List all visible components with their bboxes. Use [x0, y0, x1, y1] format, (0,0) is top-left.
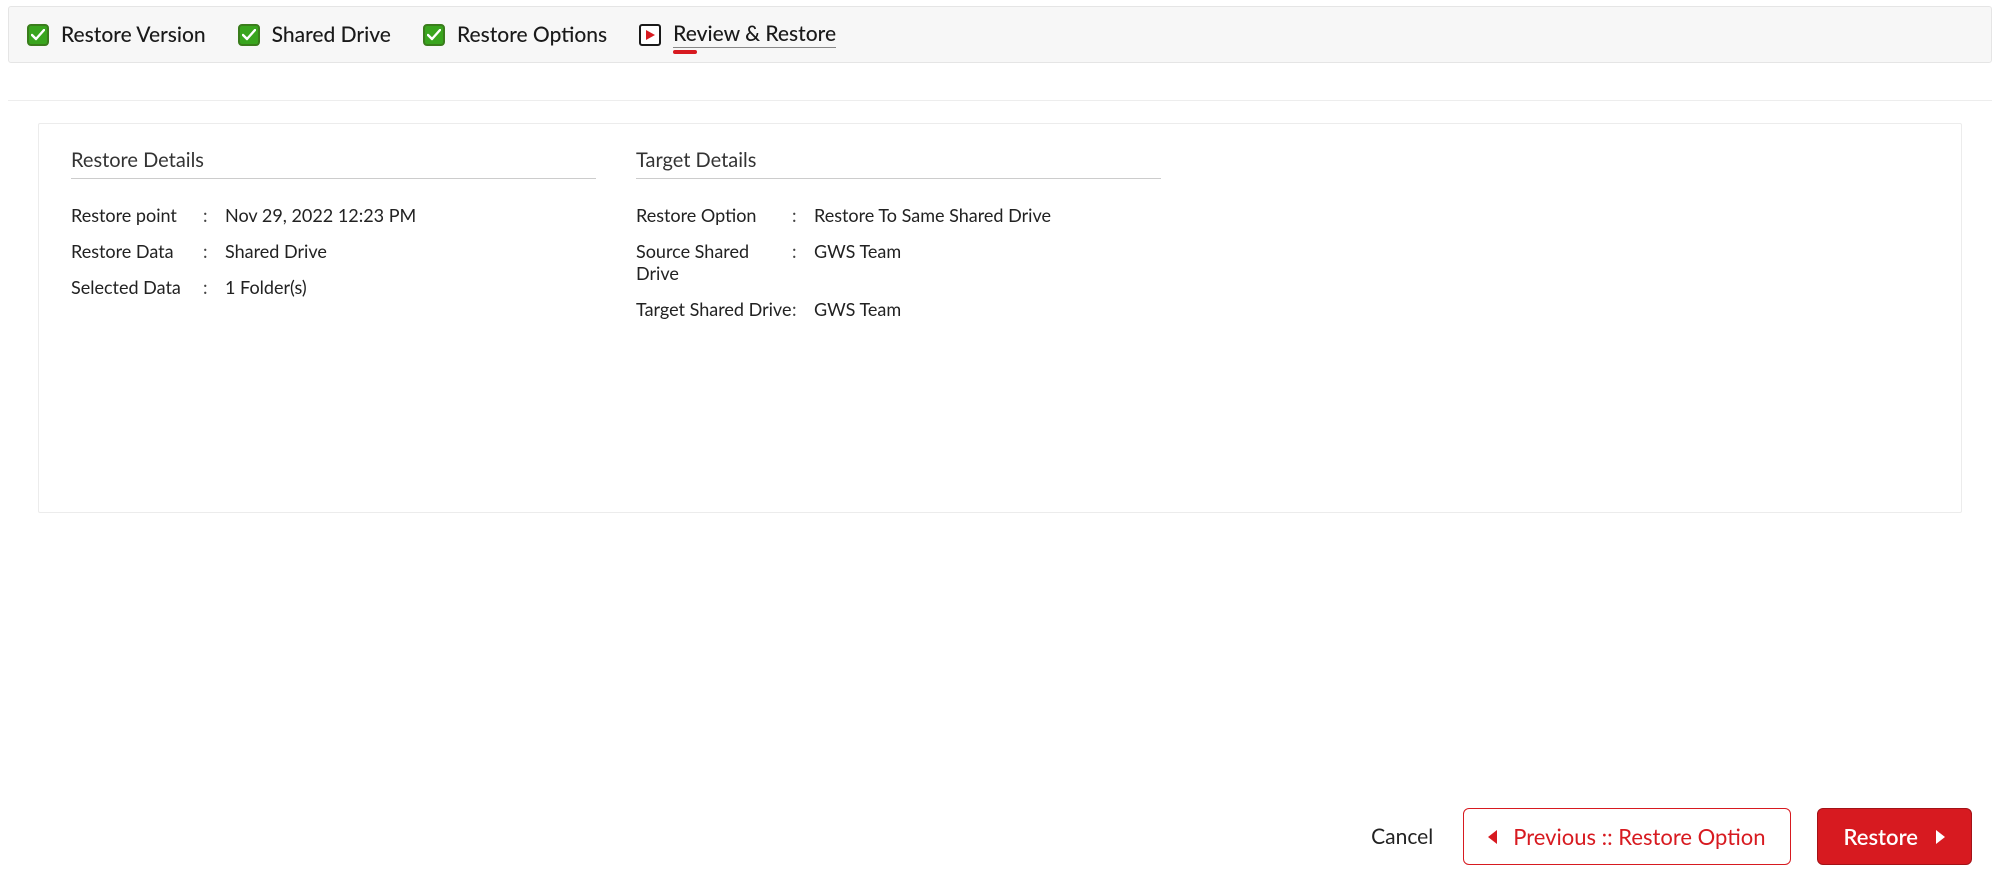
step-label: Restore Version	[61, 22, 206, 47]
play-icon	[639, 24, 661, 46]
target-details-section: Target Details Restore Option : Restore …	[636, 148, 1161, 327]
check-icon	[27, 24, 49, 46]
chevron-right-icon	[1936, 830, 1945, 844]
section-title: Restore Details	[71, 148, 596, 179]
detail-key: Restore Option	[636, 204, 792, 226]
section-title: Target Details	[636, 148, 1161, 179]
step-restore-version[interactable]: Restore Version	[27, 22, 206, 47]
detail-key: Restore Data	[71, 240, 203, 262]
chevron-left-icon	[1488, 830, 1497, 844]
button-label: Restore	[1844, 823, 1918, 850]
step-review-restore[interactable]: Review & Restore	[639, 21, 836, 48]
detail-value: GWS Team	[814, 298, 1161, 320]
wizard-stepper: Restore Version Shared Drive Restore Opt…	[8, 6, 1992, 63]
step-label: Review & Restore	[673, 21, 836, 48]
detail-row: Target Shared Drive : GWS Team	[636, 291, 1161, 327]
detail-key: Restore point	[71, 204, 203, 226]
detail-value: Restore To Same Shared Drive	[814, 204, 1161, 226]
detail-value: 1 Folder(s)	[225, 276, 596, 298]
check-icon	[238, 24, 260, 46]
restore-details-section: Restore Details Restore point : Nov 29, …	[71, 148, 596, 327]
restore-button[interactable]: Restore	[1817, 808, 1972, 865]
detail-value: GWS Team	[814, 240, 1161, 262]
review-card: Restore Details Restore point : Nov 29, …	[38, 123, 1962, 513]
detail-key: Target Shared Drive	[636, 298, 792, 320]
detail-key: Selected Data	[71, 276, 203, 298]
detail-row: Restore point : Nov 29, 2022 12:23 PM	[71, 197, 596, 233]
button-label: Cancel	[1371, 824, 1433, 849]
detail-row: Restore Data : Shared Drive	[71, 233, 596, 269]
step-shared-drive[interactable]: Shared Drive	[238, 22, 391, 47]
step-label: Restore Options	[457, 22, 607, 47]
detail-row: Restore Option : Restore To Same Shared …	[636, 197, 1161, 233]
step-restore-options[interactable]: Restore Options	[423, 22, 607, 47]
button-label: Previous :: Restore Option	[1513, 823, 1765, 850]
previous-button[interactable]: Previous :: Restore Option	[1463, 808, 1790, 865]
check-icon	[423, 24, 445, 46]
detail-key: Source Shared Drive	[636, 240, 792, 284]
detail-value: Nov 29, 2022 12:23 PM	[225, 204, 596, 226]
detail-row: Source Shared Drive : GWS Team	[636, 233, 1161, 291]
wizard-footer: Cancel Previous :: Restore Option Restor…	[1367, 808, 1972, 865]
detail-value: Shared Drive	[225, 240, 596, 262]
step-label: Shared Drive	[272, 22, 391, 47]
cancel-button[interactable]: Cancel	[1367, 814, 1437, 859]
detail-row: Selected Data : 1 Folder(s)	[71, 269, 596, 305]
